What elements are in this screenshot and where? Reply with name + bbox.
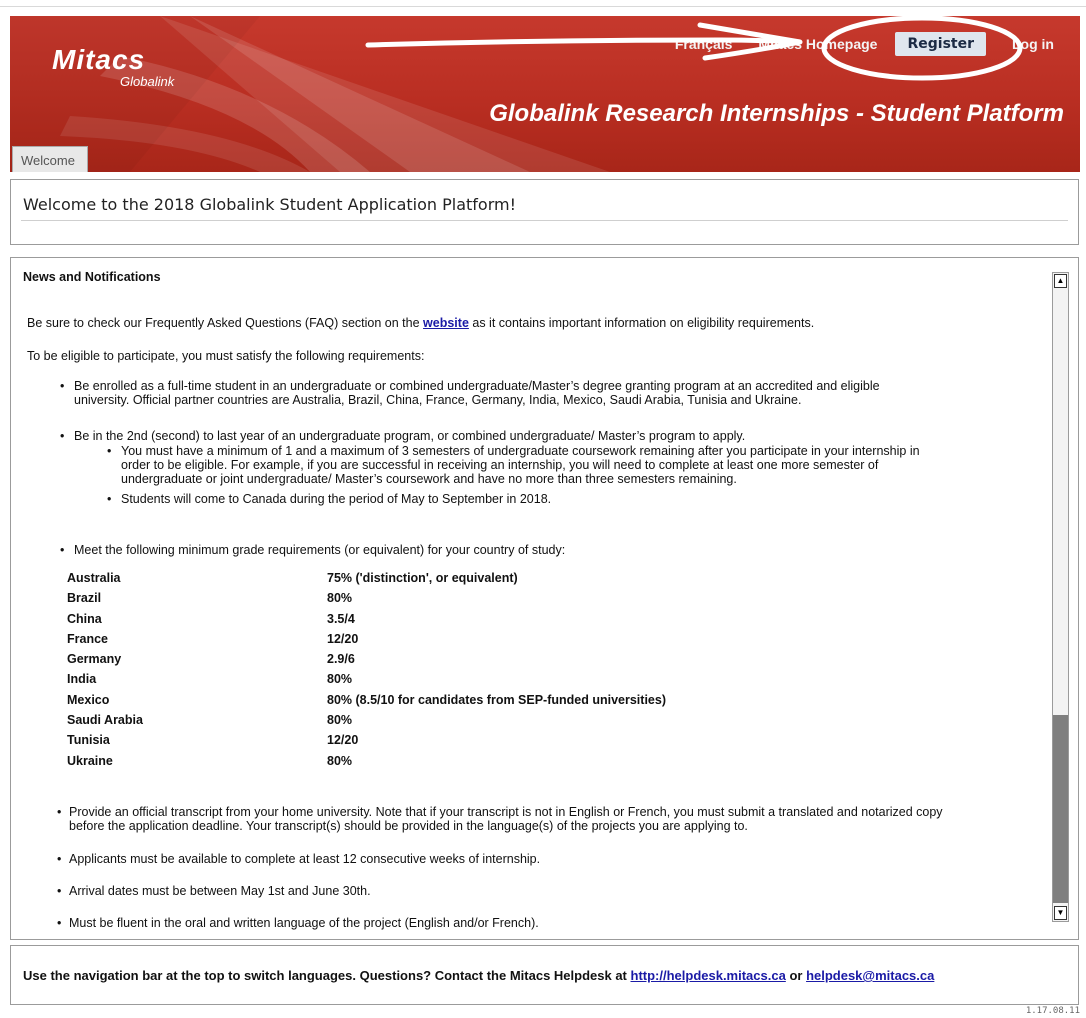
language-toggle-link[interactable]: Français: [675, 36, 733, 52]
table-row: Saudi Arabia 80%: [67, 713, 666, 733]
scroll-down-arrow-icon[interactable]: ▼: [1054, 906, 1067, 920]
country-cell: Ukraine: [67, 753, 113, 768]
table-row: India 80%: [67, 672, 666, 692]
mitacs-logo: Mitacs: [52, 44, 146, 75]
news-scrollbar[interactable]: ▲ ▼: [1052, 272, 1069, 922]
grade-requirements-table: Australia 75% ('distinction', or equivale…: [67, 571, 666, 774]
bullet-text: Be in the 2nd (second) to last year of a…: [74, 429, 746, 443]
list-item: • Be enrolled as a full-time student in …: [60, 379, 1040, 407]
list-item: • Meet the following minimum grade requi…: [60, 543, 1040, 557]
table-row: Ukraine 80%: [67, 754, 666, 774]
bullet-text: before the application deadline. Your tr…: [69, 819, 748, 833]
country-cell: China: [67, 611, 102, 626]
bullet-dot: •: [57, 884, 62, 898]
mitacs-homepage-link[interactable]: Mitacs Homepage: [758, 36, 877, 52]
bullet-dot: •: [57, 852, 62, 866]
country-cell: Australia: [67, 571, 121, 585]
bullet-text: Arrival dates must be between May 1st an…: [69, 884, 371, 898]
grade-cell: 80%: [327, 672, 353, 687]
country-cell: India: [67, 672, 97, 687]
bullet-text: order to be eligible. For example, if yo…: [121, 458, 879, 472]
grade-cell: 3.5/4: [327, 611, 355, 626]
divider: [21, 220, 1068, 221]
grade-cell: 75% ('distinction', or equivalent): [327, 571, 518, 585]
grade-cell: 80% (8.5/10 for candidates from SEP-fund…: [327, 692, 666, 707]
bullet-dot: •: [60, 429, 65, 443]
bullet-dot: •: [60, 379, 65, 393]
helpdesk-email-link[interactable]: helpdesk@mitacs.ca: [806, 968, 934, 983]
country-cell: Germany: [67, 652, 122, 667]
bullet-text: Must be fluent in the oral and written l…: [69, 916, 539, 930]
list-item: • Provide an official transcript from yo…: [57, 805, 1057, 833]
country-cell: Brazil: [67, 591, 102, 606]
news-heading: News and Notifications: [23, 270, 161, 284]
table-row: Germany 2.9/6: [67, 652, 666, 672]
header-banner: Mitacs Globalink Français Mitacs Homepag…: [10, 16, 1080, 172]
footer-panel: Use the navigation bar at the top to swi…: [10, 945, 1079, 1005]
scroll-up-arrow-icon[interactable]: ▲: [1054, 274, 1067, 288]
tab-welcome[interactable]: Welcome: [12, 146, 88, 172]
bullet-text: undergraduate or joint undergraduate/ Ma…: [121, 472, 737, 486]
login-link[interactable]: Log in: [1012, 36, 1054, 52]
footer-text-before: Use the navigation bar at the top to swi…: [23, 968, 631, 983]
table-row: Brazil 80%: [67, 591, 666, 611]
faq-text-after: as it contains important information on …: [468, 316, 815, 330]
grade-cell: 2.9/6: [327, 652, 355, 667]
country-cell: Tunisia: [67, 733, 110, 748]
bullet-text: Students will come to Canada during the …: [121, 492, 552, 506]
platform-title: Globalink Research Internships - Student…: [489, 100, 1064, 127]
grade-cell: 80%: [327, 591, 353, 606]
bullet-dot: •: [57, 805, 62, 819]
country-cell: France: [67, 631, 108, 646]
bullet-text: Meet the following minimum grade require…: [74, 543, 566, 557]
globalink-logo-subtitle: Globalink: [120, 74, 175, 89]
country-cell: Saudi Arabia: [67, 713, 143, 728]
footer-text: Use the navigation bar at the top to swi…: [23, 968, 934, 983]
top-border-line: [0, 6, 1086, 7]
welcome-message: Welcome to the 2018 Globalink Student Ap…: [23, 195, 516, 214]
scroll-thumb[interactable]: [1053, 715, 1068, 903]
header-nav: Français Mitacs Homepage Register Log in: [649, 32, 1054, 56]
grade-cell: 80%: [327, 713, 353, 728]
bullet-text: university. Official partner countries a…: [74, 393, 802, 407]
list-item: • You must have a minimum of 1 and a max…: [107, 444, 1037, 486]
helpdesk-link[interactable]: http://helpdesk.mitacs.ca: [631, 968, 786, 983]
table-row: France 12/20: [67, 632, 666, 652]
grade-cell: 12/20: [327, 733, 359, 748]
bullet-text: Be enrolled as a full-time student in an…: [74, 379, 880, 393]
table-row: Australia 75% ('distinction', or equivale…: [67, 571, 666, 591]
country-cell: Mexico: [67, 692, 110, 707]
bullet-dot: •: [60, 543, 65, 557]
bullet-text: Applicants must be available to complete…: [69, 852, 541, 866]
list-item: • Students will come to Canada during th…: [107, 492, 1037, 506]
list-item: • Be in the 2nd (second) to last year of…: [60, 429, 1040, 443]
bullet-dot: •: [57, 916, 62, 930]
list-item: • Must be fluent in the oral and written…: [57, 916, 1057, 930]
grade-cell: 80%: [327, 753, 353, 768]
grade-cell: 12/20: [327, 631, 359, 646]
table-row: Mexico 80% (8.5/10 for candidates from SE…: [67, 693, 666, 713]
faq-text-before: Be sure to check our Frequently Asked Qu…: [27, 316, 424, 330]
bullet-dot: •: [107, 492, 112, 506]
table-row: China 3.5/4: [67, 612, 666, 632]
version-label: 1.17.08.11: [1025, 1006, 1080, 1016]
table-row: Tunisia 12/20: [67, 733, 666, 753]
list-item: • Arrival dates must be between May 1st …: [57, 884, 1057, 898]
bullet-text: You must have a minimum of 1 and a maxim…: [121, 444, 920, 458]
footer-or: or: [785, 968, 807, 983]
list-item: • Applicants must be available to comple…: [57, 852, 1057, 866]
eligibility-intro: To be eligible to participate, you must …: [27, 349, 425, 363]
welcome-panel: Welcome to the 2018 Globalink Student Ap…: [10, 179, 1079, 245]
bullet-dot: •: [107, 444, 112, 458]
faq-website-link[interactable]: website: [423, 316, 469, 330]
news-panel[interactable]: News and Notifications Be sure to check …: [10, 257, 1079, 940]
register-button[interactable]: Register: [895, 32, 986, 56]
bullet-text: Provide an official transcript from your…: [69, 805, 943, 819]
faq-paragraph: Be sure to check our Frequently Asked Qu…: [27, 316, 1037, 330]
